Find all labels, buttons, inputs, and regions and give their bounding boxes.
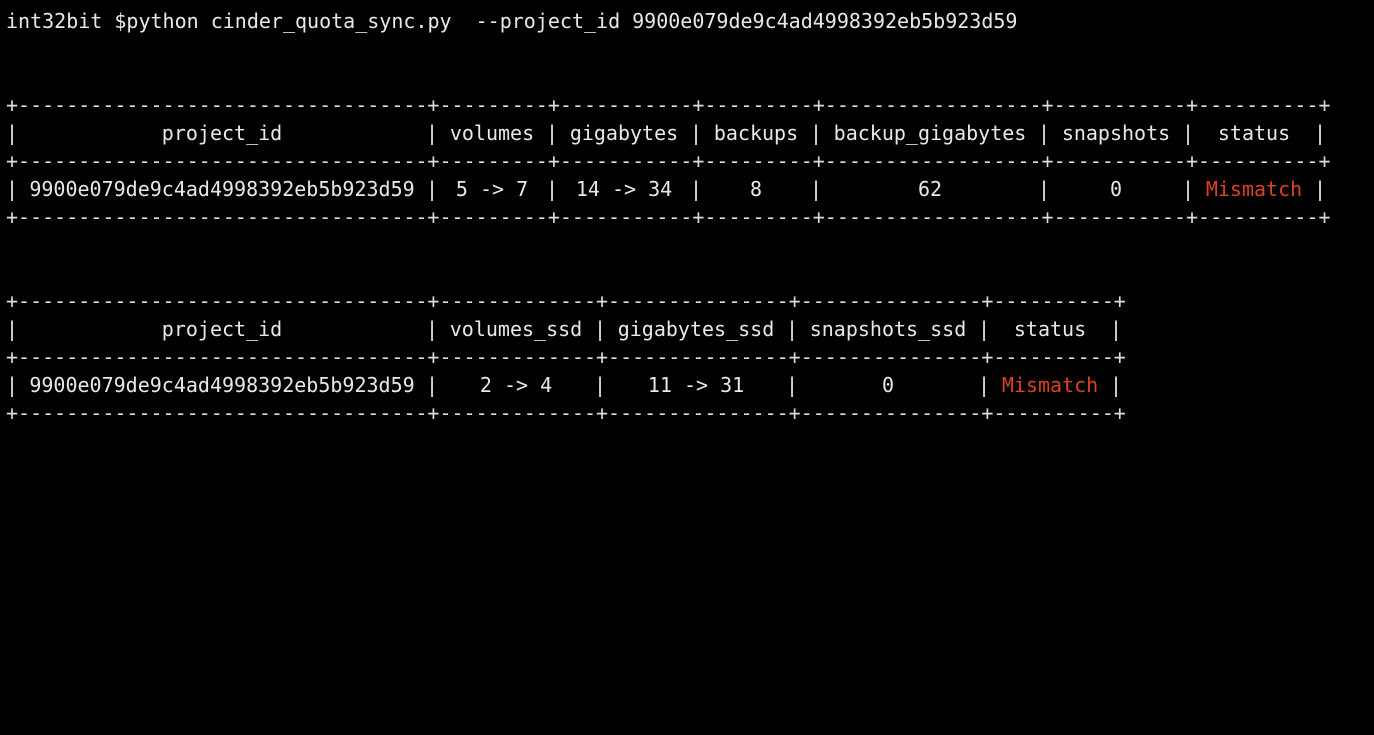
- command-line: int32bit $python cinder_quota_sync.py --…: [6, 7, 1017, 35]
- column-separator: |: [978, 373, 991, 397]
- status-badge: Mismatch: [1001, 373, 1099, 397]
- header-project-id: project_id: [161, 317, 283, 341]
- table-header-row: | project_id | volumes | gigabytes | bac…: [6, 119, 1336, 147]
- column-separator: |: [546, 177, 559, 201]
- header-status: status: [1217, 121, 1291, 145]
- previous-output-fragment: ________________________________: [84, 0, 469, 4]
- column-separator: |: [426, 317, 439, 341]
- previous-output-strip: ________________________________: [0, 0, 1374, 4]
- table-header-row: | project_id | volumes_ssd | gigabytes_s…: [6, 315, 1136, 343]
- column-separator: |: [1038, 121, 1051, 145]
- header-status: status: [1013, 317, 1087, 341]
- column-separator: |: [978, 317, 991, 341]
- column-separator: |: [810, 177, 823, 201]
- column-separator: |: [690, 121, 703, 145]
- table-row: | 9900e079de9c4ad4998392eb5b923d59 | 2 -…: [6, 371, 1136, 399]
- status-badge: Mismatch: [1205, 177, 1303, 201]
- column-separator: |: [1110, 317, 1123, 341]
- header-gigabytes: gigabytes: [569, 121, 679, 145]
- header-volumes: volumes: [449, 121, 535, 145]
- header-backups: backups: [713, 121, 799, 145]
- column-separator: |: [1110, 373, 1123, 397]
- table-border: +----------------------------------+----…: [6, 149, 1331, 173]
- table-border: +----------------------------------+----…: [6, 345, 1126, 369]
- prompt: int32bit $: [6, 9, 127, 33]
- table-border: +----------------------------------+----…: [6, 401, 1126, 425]
- column-separator: |: [426, 177, 439, 201]
- column-separator: |: [1038, 177, 1051, 201]
- cell-gigabytes-ssd: 11 -> 31: [647, 373, 745, 397]
- column-separator: |: [786, 373, 799, 397]
- command-text: python cinder_quota_sync.py --project_id…: [126, 9, 1018, 33]
- column-separator: |: [810, 121, 823, 145]
- cell-snapshots-ssd: 0: [881, 373, 895, 397]
- header-volumes-ssd: volumes_ssd: [449, 317, 583, 341]
- column-separator: |: [786, 317, 799, 341]
- header-project-id: project_id: [161, 121, 283, 145]
- column-separator: |: [6, 373, 19, 397]
- column-separator: |: [426, 373, 439, 397]
- header-snapshots-ssd: snapshots_ssd: [809, 317, 967, 341]
- column-separator: |: [6, 317, 19, 341]
- header-gigabytes-ssd: gigabytes_ssd: [617, 317, 775, 341]
- cell-project-id: 9900e079de9c4ad4998392eb5b923d59: [29, 177, 415, 201]
- cell-volumes-ssd: 2 -> 4: [479, 373, 553, 397]
- cell-backups: 8: [749, 177, 763, 201]
- column-separator: |: [6, 177, 19, 201]
- header-snapshots: snapshots: [1061, 121, 1171, 145]
- cell-gigabytes: 14 -> 34: [575, 177, 673, 201]
- table-row: | 9900e079de9c4ad4998392eb5b923d59 | 5 -…: [6, 175, 1336, 203]
- cell-volumes: 5 -> 7: [455, 177, 529, 201]
- column-separator: |: [426, 121, 439, 145]
- column-separator: |: [594, 373, 607, 397]
- column-separator: |: [546, 121, 559, 145]
- cell-snapshots: 0: [1109, 177, 1123, 201]
- column-separator: |: [1314, 121, 1327, 145]
- column-separator: |: [1314, 177, 1327, 201]
- column-separator: |: [1182, 177, 1195, 201]
- column-separator: |: [6, 121, 19, 145]
- cell-project-id: 9900e079de9c4ad4998392eb5b923d59: [29, 373, 415, 397]
- table-border: +----------------------------------+----…: [6, 93, 1331, 117]
- table-border: +----------------------------------+----…: [6, 205, 1331, 229]
- column-separator: |: [594, 317, 607, 341]
- column-separator: |: [690, 177, 703, 201]
- table-border: +----------------------------------+----…: [6, 289, 1126, 313]
- column-separator: |: [1182, 121, 1195, 145]
- header-backup-gigabytes: backup_gigabytes: [833, 121, 1027, 145]
- cell-backup-gigabytes: 62: [917, 177, 943, 201]
